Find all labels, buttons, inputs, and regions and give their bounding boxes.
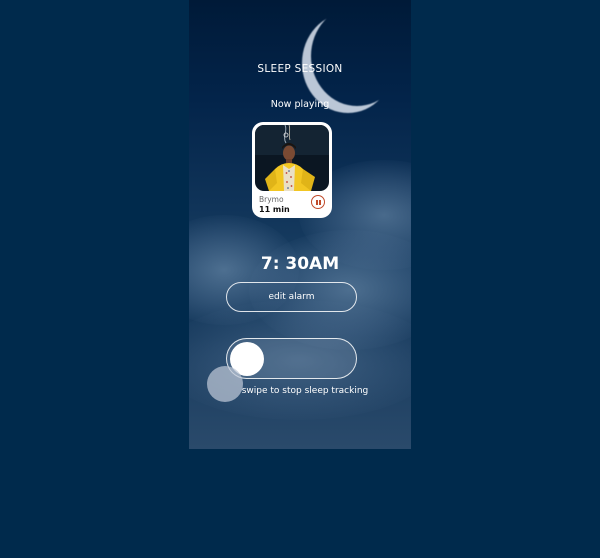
pause-icon[interactable] xyxy=(311,195,325,209)
touch-pointer-indicator xyxy=(207,366,243,402)
alarm-time: 7: 30AM xyxy=(260,254,340,274)
now-playing-card[interactable]: Brymo 11 min xyxy=(252,122,332,218)
now-playing-label: Now playing xyxy=(270,99,330,110)
track-duration: 11 min xyxy=(259,205,290,214)
crescent-moon-icon xyxy=(311,6,403,106)
swipe-track[interactable] xyxy=(226,338,357,379)
edit-alarm-button[interactable]: edit alarm xyxy=(226,282,357,312)
page-title: SLEEP SESSION xyxy=(257,63,343,75)
track-artist: Brymo xyxy=(259,195,284,204)
album-cover-icon xyxy=(255,125,329,191)
